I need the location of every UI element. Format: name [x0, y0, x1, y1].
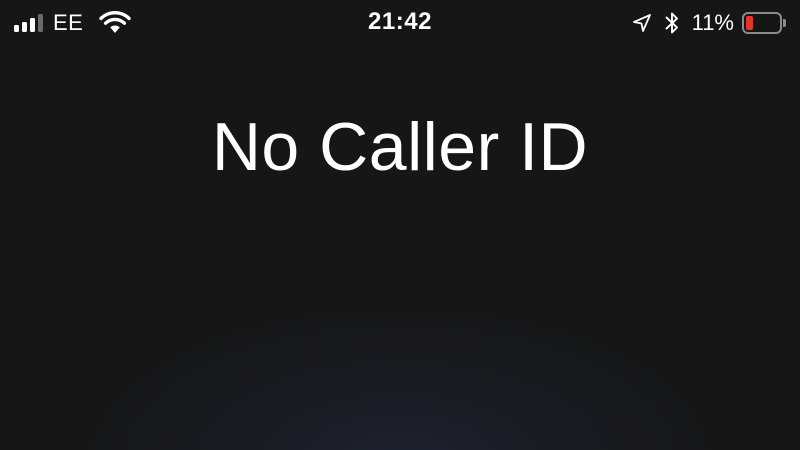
status-right-group: 11% [632, 9, 786, 37]
status-bar: EE 21:42 11% [0, 0, 800, 46]
battery-nub [783, 19, 786, 27]
battery-level-fill [746, 16, 753, 30]
battery-percentage: 11% [691, 10, 734, 35]
location-icon [632, 14, 651, 32]
bluetooth-icon [665, 12, 678, 34]
battery-icon [742, 12, 786, 34]
incoming-call-screen: EE 21:42 11% No Caller ID [0, 0, 800, 450]
caller-name: No Caller ID [211, 109, 589, 185]
